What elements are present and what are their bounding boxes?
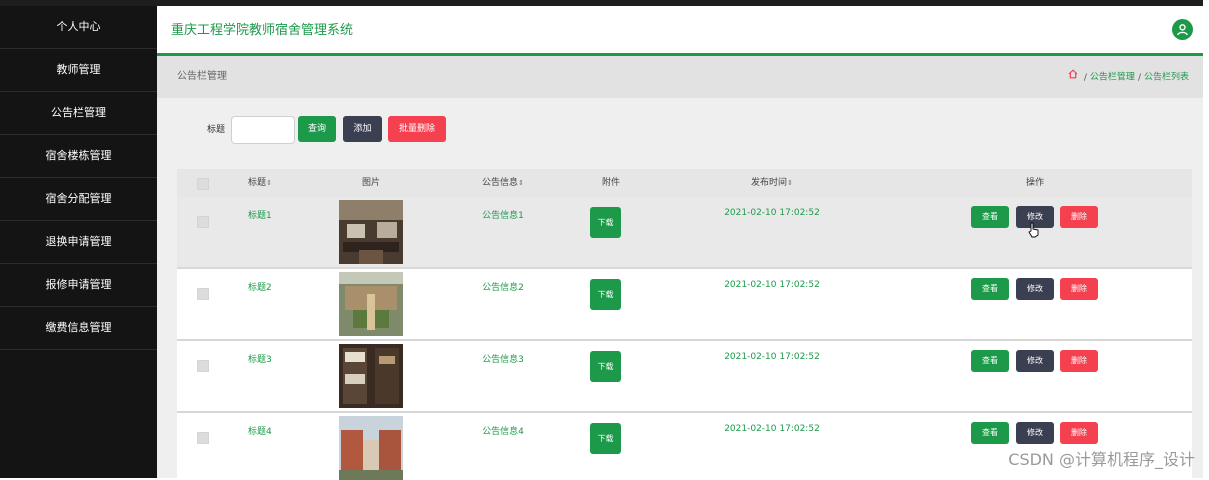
- edit-button[interactable]: 修改: [1016, 350, 1054, 372]
- edit-button[interactable]: 修改: [1016, 422, 1054, 444]
- delete-button[interactable]: 删除: [1060, 422, 1098, 444]
- app-title: 重庆工程学院教师宿舍管理系统: [171, 23, 354, 38]
- search-title-input[interactable]: [231, 116, 295, 144]
- row-thumbnail-image: [339, 272, 403, 336]
- row-thumbnail-image: [339, 416, 403, 480]
- download-button[interactable]: 下载: [590, 279, 621, 310]
- row-thumbnail-image: [339, 200, 403, 264]
- mouse-cursor-icon: [1028, 222, 1040, 241]
- select-all-checkbox[interactable]: [197, 178, 209, 190]
- row-publish-time: 2021-02-10 17:02:52: [724, 424, 820, 434]
- download-button[interactable]: 下载: [590, 207, 621, 238]
- column-header-attachment: 附件: [601, 178, 621, 188]
- column-header-image: 图片: [361, 178, 381, 188]
- view-button[interactable]: 查看: [971, 278, 1009, 300]
- sidebar-item-dorm-building[interactable]: 宿舍楼栋管理: [0, 135, 157, 178]
- notice-table: 标题⇕ 图片 公告信息⇕ 附件 发布时间⇕ 操作 标题1 公告信息1 下载 20…: [177, 169, 1192, 480]
- download-button[interactable]: 下载: [590, 351, 621, 382]
- row-title: 标题4: [248, 427, 272, 437]
- breadcrumb: / 公告栏管理 / 公告栏列表: [1068, 56, 1189, 99]
- table-header: 标题⇕ 图片 公告信息⇕ 附件 发布时间⇕ 操作: [177, 169, 1192, 197]
- row-title: 标题2: [248, 283, 272, 293]
- column-header-title[interactable]: 标题⇕: [248, 169, 272, 197]
- user-icon[interactable]: [1172, 19, 1193, 40]
- breadcrumb-notice-list[interactable]: 公告栏列表: [1144, 73, 1189, 83]
- query-button[interactable]: 查询: [298, 116, 336, 142]
- sort-icon: ⇕: [787, 179, 793, 187]
- column-header-info[interactable]: 公告信息⇕: [482, 169, 524, 197]
- view-button[interactable]: 查看: [971, 422, 1009, 444]
- delete-button[interactable]: 删除: [1060, 278, 1098, 300]
- view-button[interactable]: 查看: [971, 350, 1009, 372]
- page-header-bar: 公告栏管理 / 公告栏管理 / 公告栏列表: [157, 56, 1203, 98]
- sidebar-item-dorm-allocation[interactable]: 宿舍分配管理: [0, 178, 157, 221]
- breadcrumb-notice-management[interactable]: 公告栏管理: [1090, 73, 1135, 83]
- table-row: 标题3 公告信息3 下载 2021-02-10 17:02:52 查看 修改 删…: [177, 341, 1192, 413]
- row-info: 公告信息1: [482, 211, 524, 221]
- row-checkbox[interactable]: [197, 216, 209, 228]
- row-checkbox[interactable]: [197, 288, 209, 300]
- view-button[interactable]: 查看: [971, 206, 1009, 228]
- row-publish-time: 2021-02-10 17:02:52: [724, 280, 820, 290]
- row-title: 标题3: [248, 355, 272, 365]
- sidebar-item-personal-center[interactable]: 个人中心: [0, 6, 157, 49]
- row-title: 标题1: [248, 211, 272, 221]
- row-checkbox[interactable]: [197, 432, 209, 444]
- watermark: CSDN @计算机程序_设计: [1008, 450, 1195, 469]
- row-checkbox[interactable]: [197, 360, 209, 372]
- sidebar-item-notice-board[interactable]: 公告栏管理: [0, 92, 157, 135]
- main-content: 重庆工程学院教师宿舍管理系统 公告栏管理 / 公告栏管理 / 公告栏列表 标题 查询 …: [157, 6, 1203, 480]
- table-row: 标题2 公告信息2 下载 2021-02-10 17:02:52 查看 修改 删…: [177, 269, 1192, 341]
- column-header-actions: 操作: [1025, 178, 1045, 188]
- breadcrumb-separator: /: [1083, 72, 1087, 83]
- delete-button[interactable]: 删除: [1060, 206, 1098, 228]
- sidebar-item-exchange-request[interactable]: 退换申请管理: [0, 221, 157, 264]
- app-header: 重庆工程学院教师宿舍管理系统: [157, 6, 1203, 56]
- home-icon[interactable]: [1068, 56, 1078, 98]
- sidebar-item-repair-request[interactable]: 报修申请管理: [0, 264, 157, 307]
- row-publish-time: 2021-02-10 17:02:52: [724, 352, 820, 362]
- sort-icon: ⇕: [266, 179, 272, 187]
- batch-delete-button[interactable]: 批量删除: [388, 116, 446, 142]
- breadcrumb-separator: /: [1137, 72, 1141, 83]
- download-button[interactable]: 下载: [590, 423, 621, 454]
- sidebar: 个人中心 教师管理 公告栏管理 宿舍楼栋管理 宿舍分配管理 退换申请管理 报修申…: [0, 6, 157, 478]
- row-publish-time: 2021-02-10 17:02:52: [724, 208, 820, 218]
- sort-icon: ⇕: [518, 179, 524, 187]
- delete-button[interactable]: 删除: [1060, 350, 1098, 372]
- window-right-edge: [1203, 0, 1209, 478]
- search-title-label: 标题: [207, 125, 226, 135]
- row-info: 公告信息2: [482, 283, 524, 293]
- row-info: 公告信息3: [482, 355, 524, 365]
- edit-button[interactable]: 修改: [1016, 278, 1054, 300]
- row-thumbnail-image: [339, 344, 403, 408]
- row-info: 公告信息4: [482, 427, 524, 437]
- sidebar-item-payment-info[interactable]: 缴费信息管理: [0, 307, 157, 350]
- add-button[interactable]: 添加: [343, 116, 382, 142]
- column-header-time[interactable]: 发布时间⇕: [751, 169, 793, 197]
- page-title: 公告栏管理: [177, 71, 227, 82]
- sidebar-item-teacher-management[interactable]: 教师管理: [0, 49, 157, 92]
